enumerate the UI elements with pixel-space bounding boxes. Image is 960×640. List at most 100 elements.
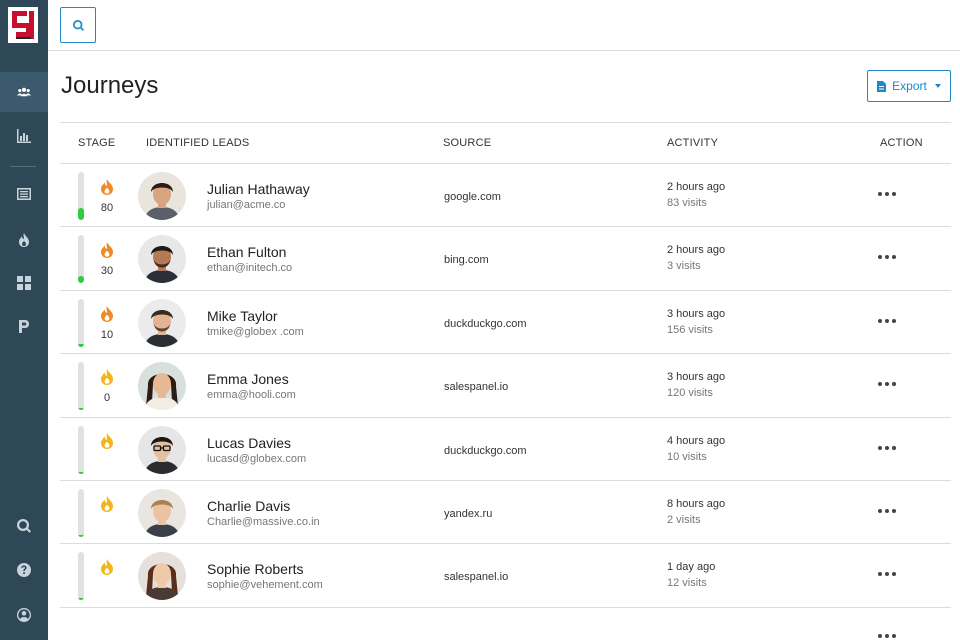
lead-name[interactable]: Mike Taylor: [207, 308, 278, 324]
sidebar-item-account[interactable]: [0, 595, 48, 635]
activity-visits: 83 visits: [667, 197, 707, 209]
lead-name[interactable]: Julian Hathaway: [207, 181, 310, 197]
column-header-stage[interactable]: STAGE: [78, 137, 115, 149]
p-icon: [19, 320, 29, 333]
lead-name[interactable]: Emma Jones: [207, 371, 289, 387]
activity-visits: 10 visits: [667, 450, 707, 463]
lead-name[interactable]: Ethan Fulton: [207, 244, 286, 260]
stage-bar-fill: [78, 598, 84, 601]
avatar[interactable]: [138, 362, 186, 411]
search-icon: [17, 519, 31, 533]
lead-email: julian@acme.co: [207, 199, 286, 211]
more-actions-icon[interactable]: [878, 442, 896, 454]
activity-visits: 3 visits: [667, 260, 701, 273]
stage-bar-fill: [78, 208, 84, 220]
table-row[interactable]: Lucas Davies lucasd@globex.com duckduckg…: [60, 418, 951, 481]
activity-visits: 156 visits: [667, 323, 713, 336]
export-button[interactable]: Export: [867, 70, 951, 102]
more-actions-icon[interactable]: [878, 315, 896, 327]
more-actions-icon[interactable]: [878, 568, 896, 580]
lead-email: Charlie@massive.co.in: [207, 515, 320, 528]
table-row[interactable]: Charlie Davis Charlie@massive.co.in yand…: [60, 481, 951, 545]
table-row[interactable]: Sophie Roberts sophie@vehement.com sales…: [60, 544, 951, 608]
users-icon: [17, 87, 31, 97]
lead-score: 30: [100, 265, 114, 278]
sidebar-item-list[interactable]: [0, 174, 48, 214]
sidebar-item-help[interactable]: [0, 550, 48, 590]
more-actions-icon[interactable]: [878, 505, 896, 517]
activity-visits: 2 visits: [667, 513, 701, 526]
sidebar-item-users[interactable]: [0, 72, 48, 112]
app-root: Journeys Export STAGE IDENTIFIED LEADS S…: [0, 0, 960, 640]
lead-name[interactable]: Lucas Davies: [207, 435, 291, 451]
column-header-activity[interactable]: ACTIVITY: [667, 137, 718, 149]
lead-email: tmike@globex .com: [207, 325, 304, 338]
help-icon: [17, 563, 31, 577]
column-header-action: ACTION: [880, 137, 923, 149]
lead-source: salespanel.io: [444, 571, 509, 584]
fire-icon: [101, 179, 113, 195]
activity-visits: 12 visits: [667, 577, 707, 590]
fire-icon: [101, 369, 113, 386]
activity-time: 3 hours ago: [667, 371, 726, 384]
sidebar-item-analytics[interactable]: [0, 116, 48, 156]
sidebar-item-p[interactable]: [0, 306, 48, 346]
more-actions-icon[interactable]: [878, 378, 896, 390]
leads-table: STAGE IDENTIFIED LEADS SOURCE ACTIVITY A…: [60, 122, 951, 608]
activity-time: 1 day ago: [667, 561, 716, 574]
sidebar-divider: [10, 166, 36, 167]
column-header-leads[interactable]: IDENTIFIED LEADS: [146, 137, 249, 149]
lead-source: google.com: [444, 191, 501, 203]
lead-source: duckduckgo.com: [444, 317, 527, 330]
table-row[interactable]: 30 Ethan Fulton ethan@initech.co bing.co…: [60, 227, 951, 291]
more-actions-icon[interactable]: [878, 188, 896, 200]
activity-time: 4 hours ago: [667, 434, 726, 447]
fire-icon: [101, 495, 113, 512]
lead-email: ethan@initech.co: [207, 262, 293, 275]
lead-name[interactable]: Sophie Roberts: [207, 561, 304, 577]
stage-bar: [78, 552, 84, 601]
sidebar-item-hot-leads[interactable]: [0, 220, 48, 260]
grid-icon: [17, 276, 31, 290]
salespanel-logo[interactable]: [8, 7, 38, 43]
page-title: Journeys: [61, 72, 159, 99]
search-button[interactable]: [60, 7, 96, 43]
avatar[interactable]: [138, 172, 186, 220]
fire-icon: [101, 432, 113, 449]
search-icon: [72, 19, 84, 31]
table-header: STAGE IDENTIFIED LEADS SOURCE ACTIVITY A…: [60, 122, 951, 164]
avatar[interactable]: [138, 425, 186, 474]
stage-bar: [78, 488, 84, 537]
lead-email: emma@hooli.com: [207, 389, 296, 402]
fire-icon: [101, 559, 113, 576]
fire-icon: [19, 233, 29, 247]
sidebar: [0, 0, 48, 640]
activity-time: 2 hours ago: [667, 244, 726, 257]
file-icon: [877, 80, 887, 92]
lead-score: 10: [100, 328, 114, 341]
more-actions-icon[interactable]: [878, 632, 896, 640]
lead-email: sophie@vehement.com: [207, 579, 323, 592]
lead-source: bing.com: [444, 254, 489, 267]
stage-bar: [78, 425, 84, 474]
sidebar-item-search[interactable]: [0, 506, 48, 546]
lead-name[interactable]: Charlie Davis: [207, 498, 290, 514]
table-row[interactable]: 0 Emma Jones emma@hooli.com salespanel.i…: [60, 354, 951, 418]
avatar[interactable]: [138, 298, 186, 347]
fire-icon: [101, 242, 113, 259]
table-row[interactable]: 10 Mike Taylor tmike@globex .com duckduc…: [60, 291, 951, 355]
stage-bar-fill: [78, 535, 84, 537]
lead-source: yandex.ru: [444, 507, 493, 520]
sidebar-item-dashboard[interactable]: [0, 263, 48, 303]
avatar[interactable]: [138, 552, 186, 601]
table-row[interactable]: 80 Julian Hathaway julian@acme.co google…: [60, 164, 951, 228]
lead-score: 80: [100, 202, 114, 214]
table-body: 80 Julian Hathaway julian@acme.co google…: [60, 164, 951, 608]
avatar[interactable]: [138, 488, 186, 537]
avatar[interactable]: [138, 235, 186, 284]
activity-time: 2 hours ago: [667, 181, 726, 193]
more-actions-icon[interactable]: [878, 251, 896, 263]
topbar: [48, 0, 960, 51]
account-icon: [17, 608, 31, 622]
column-header-source[interactable]: SOURCE: [443, 137, 491, 149]
